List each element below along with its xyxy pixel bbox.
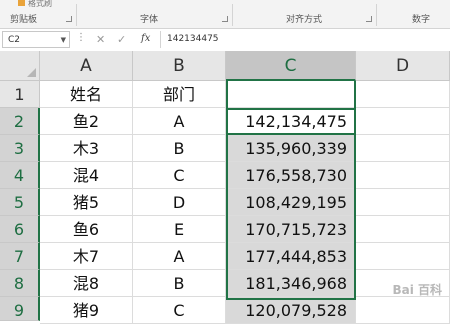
- cell-c5[interactable]: 108,429,195: [226, 189, 356, 216]
- cell-d7[interactable]: [356, 243, 450, 270]
- column-header-a[interactable]: A: [40, 51, 133, 81]
- cell-d5[interactable]: [356, 189, 450, 216]
- cell-d1[interactable]: [356, 81, 450, 108]
- cell-d2[interactable]: [356, 108, 450, 135]
- row-header-1[interactable]: 1: [0, 81, 40, 108]
- cell-c4[interactable]: 176,558,730: [226, 162, 356, 189]
- row-header-3[interactable]: 3: [0, 135, 40, 162]
- cell-b3[interactable]: B: [133, 135, 226, 162]
- ribbon-group-alignment: 对齐方式: [286, 15, 323, 25]
- row-header-2[interactable]: 2: [0, 108, 40, 135]
- cell-b1[interactable]: 部门: [133, 81, 226, 108]
- name-box[interactable]: C2 ▼: [2, 31, 70, 48]
- select-all-button[interactable]: [0, 51, 40, 81]
- cell-a7[interactable]: 木7: [40, 243, 133, 270]
- ribbon-divider: [76, 4, 77, 26]
- insert-function-icon[interactable]: fx: [141, 33, 150, 44]
- cell-c2[interactable]: 142,134,475: [226, 108, 356, 135]
- row-header-5[interactable]: 5: [0, 189, 40, 216]
- ribbon-group-font: 字体: [140, 15, 159, 25]
- row-header-9[interactable]: 9: [0, 297, 40, 321]
- row-header-4[interactable]: 4: [0, 162, 40, 189]
- column-header-c[interactable]: C: [226, 51, 356, 81]
- ribbon-divider: [232, 4, 233, 26]
- ribbon: 格式刷 剪贴板 字体 对齐方式 数字: [0, 0, 450, 29]
- row-header-6[interactable]: 6: [0, 216, 40, 243]
- cell-b2[interactable]: A: [133, 108, 226, 135]
- cell-c9[interactable]: 120,079,528: [226, 297, 356, 324]
- font-launcher-icon[interactable]: [222, 16, 228, 22]
- cell-a4[interactable]: 混4: [40, 162, 133, 189]
- chevron-down-icon[interactable]: ▼: [61, 32, 66, 49]
- cell-d4[interactable]: [356, 162, 450, 189]
- select-all-triangle-icon: [27, 68, 36, 77]
- cell-b6[interactable]: E: [133, 216, 226, 243]
- formula-bar: C2 ▼ ⋮ ✕ ✓ fx 142134475: [0, 29, 450, 52]
- alignment-launcher-icon[interactable]: [366, 16, 372, 22]
- cell-a3[interactable]: 木3: [40, 135, 133, 162]
- worksheet-grid: A B C D 1 姓名 部门 2 鱼2 A 142,134,475 3 木3 …: [0, 51, 450, 324]
- cell-b5[interactable]: D: [133, 189, 226, 216]
- cell-c8[interactable]: 181,346,968: [226, 270, 356, 297]
- cell-a9[interactable]: 猪9: [40, 297, 133, 324]
- cell-c6[interactable]: 170,715,723: [226, 216, 356, 243]
- clipboard-launcher-icon[interactable]: [66, 16, 72, 22]
- cell-a5[interactable]: 猪5: [40, 189, 133, 216]
- format-painter-icon[interactable]: [18, 0, 25, 6]
- cancel-icon[interactable]: ✕: [96, 33, 105, 46]
- watermark: Bai 百科: [392, 283, 442, 297]
- formula-input[interactable]: 142134475: [160, 31, 448, 48]
- cell-d6[interactable]: [356, 216, 450, 243]
- cell-a8[interactable]: 混8: [40, 270, 133, 297]
- enter-check-icon[interactable]: ✓: [117, 33, 126, 46]
- row-header-8[interactable]: 8: [0, 270, 40, 297]
- more-dots-icon: ⋮: [76, 32, 86, 43]
- cell-c3[interactable]: 135,960,339: [226, 135, 356, 162]
- row-header-7[interactable]: 7: [0, 243, 40, 270]
- cell-a1[interactable]: 姓名: [40, 81, 133, 108]
- cell-b8[interactable]: B: [133, 270, 226, 297]
- cell-a2[interactable]: 鱼2: [40, 108, 133, 135]
- cell-a6[interactable]: 鱼6: [40, 216, 133, 243]
- cell-b7[interactable]: A: [133, 243, 226, 270]
- cell-d3[interactable]: [356, 135, 450, 162]
- column-header-b[interactable]: B: [133, 51, 226, 81]
- ribbon-divider: [376, 4, 377, 26]
- ribbon-group-number: 数字: [412, 15, 431, 25]
- cell-b9[interactable]: C: [133, 297, 226, 324]
- cell-b4[interactable]: C: [133, 162, 226, 189]
- cell-c7[interactable]: 177,444,853: [226, 243, 356, 270]
- cell-c1[interactable]: [226, 81, 356, 108]
- formula-value: 142134475: [167, 34, 219, 44]
- format-painter-label[interactable]: 格式刷: [28, 0, 52, 9]
- cell-d9[interactable]: [356, 297, 450, 324]
- column-header-d[interactable]: D: [356, 51, 450, 81]
- ribbon-group-clipboard: 剪贴板: [10, 15, 38, 25]
- name-box-value: C2: [8, 35, 21, 45]
